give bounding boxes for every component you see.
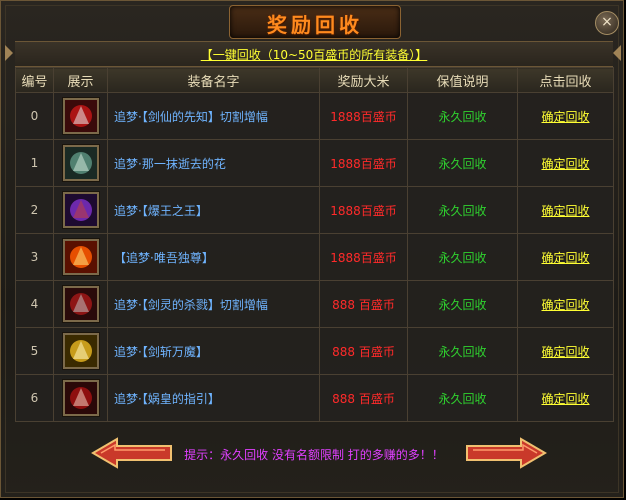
row-action-cell: 确定回收 — [517, 92, 614, 140]
row-reward: 1888百盛币 — [319, 233, 408, 281]
close-button[interactable]: × — [595, 11, 619, 35]
close-icon: × — [601, 14, 613, 30]
row-action-cell: 确定回收 — [517, 327, 614, 375]
row-display-cell — [53, 374, 108, 422]
confirm-recycle-link[interactable]: 确定回收 — [541, 345, 589, 359]
header-item-name: 装备名字 — [107, 67, 320, 93]
confirm-recycle-link[interactable]: 确定回收 — [541, 204, 589, 218]
header-display: 展示 — [53, 67, 108, 93]
row-index: 5 — [15, 327, 54, 375]
row-item-name: 追梦·【娲皇的指引】 — [107, 374, 320, 422]
row-item-name: 追梦·那一抹逝去的花 — [107, 139, 320, 187]
row-index: 1 — [15, 139, 54, 187]
confirm-recycle-link[interactable]: 确定回收 — [541, 110, 589, 124]
row-reward: 888 百盛币 — [319, 280, 408, 328]
row-item-name: 追梦·【爆王之王】 — [107, 186, 320, 234]
table-row: 4 追梦·【剑灵的杀戮】切割增幅 888 百盛币 永久回收 确定回收 — [15, 280, 614, 328]
table-row: 1 追梦·那一抹逝去的花 1888百盛币 永久回收 确定回收 — [15, 139, 614, 187]
confirm-recycle-link[interactable]: 确定回收 — [541, 392, 589, 406]
row-display-cell — [53, 139, 108, 187]
hooded-mage-icon — [62, 192, 99, 228]
blood-fist-icon — [62, 380, 99, 416]
row-index: 2 — [15, 186, 54, 234]
row-action-cell: 确定回收 — [517, 374, 614, 422]
row-note: 永久回收 — [407, 92, 518, 140]
row-action-cell: 确定回收 — [517, 280, 614, 328]
row-reward: 1888百盛币 — [319, 92, 408, 140]
row-action-cell: 确定回收 — [517, 139, 614, 187]
row-item-name: 【追梦·唯吾独尊】 — [107, 233, 320, 281]
header-reward: 奖励大米 — [319, 67, 408, 93]
row-display-cell — [53, 233, 108, 281]
row-index: 6 — [15, 374, 54, 422]
row-reward: 1888百盛币 — [319, 186, 408, 234]
confirm-recycle-link[interactable]: 确定回收 — [541, 251, 589, 265]
row-reward: 888 百盛币 — [319, 374, 408, 422]
row-note: 永久回收 — [407, 280, 518, 328]
row-note: 永久回收 — [407, 233, 518, 281]
row-display-cell — [53, 92, 108, 140]
title-plate: 奖励回收 — [229, 5, 401, 39]
header-note: 保值说明 — [407, 67, 518, 93]
row-action-cell: 确定回收 — [517, 233, 614, 281]
row-display-cell — [53, 280, 108, 328]
header-action: 点击回收 — [517, 67, 614, 93]
row-item-name: 追梦·【剑仙的先知】切割增幅 — [107, 92, 320, 140]
table-row: 6 追梦·【娲皇的指引】 888 百盛币 永久回收 确定回收 — [15, 374, 614, 422]
row-reward: 888 百盛币 — [319, 327, 408, 375]
footer-bar: 提示：永久回收 没有名额限制 打的多赚的多！！ — [15, 433, 613, 477]
row-note: 永久回收 — [407, 327, 518, 375]
table-row: 0 追梦·【剑仙的先知】切割增幅 1888百盛币 永久回收 确定回收 — [15, 92, 614, 140]
recycle-all-bar: 【一键回收（10~50百盛币的所有装备）】 — [15, 41, 613, 67]
next-arrow-icon[interactable] — [465, 437, 547, 469]
recycle-all-link[interactable]: 【一键回收（10~50百盛币的所有装备）】 — [15, 46, 613, 63]
reward-recycle-window: 奖励回收 × 【一键回收（10~50百盛币的所有装备）】 编号 展示 装备名字 … — [0, 0, 624, 498]
next-arrow-shape — [466, 437, 547, 469]
row-note: 永久回收 — [407, 186, 518, 234]
ghost-warrior-icon — [62, 145, 99, 181]
axe-warrior-icon — [62, 286, 99, 322]
row-item-name: 追梦·【剑斩万魔】 — [107, 327, 320, 375]
left-ornament-icon — [5, 45, 13, 61]
row-display-cell — [53, 327, 108, 375]
table-row: 5 追梦·【剑斩万魔】 888 百盛币 永久回收 确定回收 — [15, 327, 614, 375]
table-header-row: 编号 展示 装备名字 奖励大米 保值说明 点击回收 — [15, 67, 614, 93]
right-ornament-icon — [613, 45, 621, 61]
row-display-cell — [53, 186, 108, 234]
bloody-blade-icon — [62, 98, 99, 134]
table-row: 2 追梦·【爆王之王】 1888百盛币 永久回收 确定回收 — [15, 186, 614, 234]
row-index: 3 — [15, 233, 54, 281]
window-title: 奖励回收 — [267, 13, 363, 37]
row-action-cell: 确定回收 — [517, 186, 614, 234]
row-index: 4 — [15, 280, 54, 328]
confirm-recycle-link[interactable]: 确定回收 — [541, 298, 589, 312]
fire-pillar-icon — [62, 239, 99, 275]
row-item-name: 追梦·【剑灵的杀戮】切割增幅 — [107, 280, 320, 328]
row-note: 永久回收 — [407, 374, 518, 422]
row-reward: 1888百盛币 — [319, 139, 408, 187]
equipment-table: 编号 展示 装备名字 奖励大米 保值说明 点击回收 0 追梦·【剑仙的先知】切割增… — [15, 67, 614, 422]
table-row: 3 【追梦·唯吾独尊】 1888百盛币 永久回收 确定回收 — [15, 233, 614, 281]
row-note: 永久回收 — [407, 139, 518, 187]
crossed-swords-icon — [62, 333, 99, 369]
row-index: 0 — [15, 92, 54, 140]
header-index: 编号 — [15, 67, 54, 93]
confirm-recycle-link[interactable]: 确定回收 — [541, 157, 589, 171]
